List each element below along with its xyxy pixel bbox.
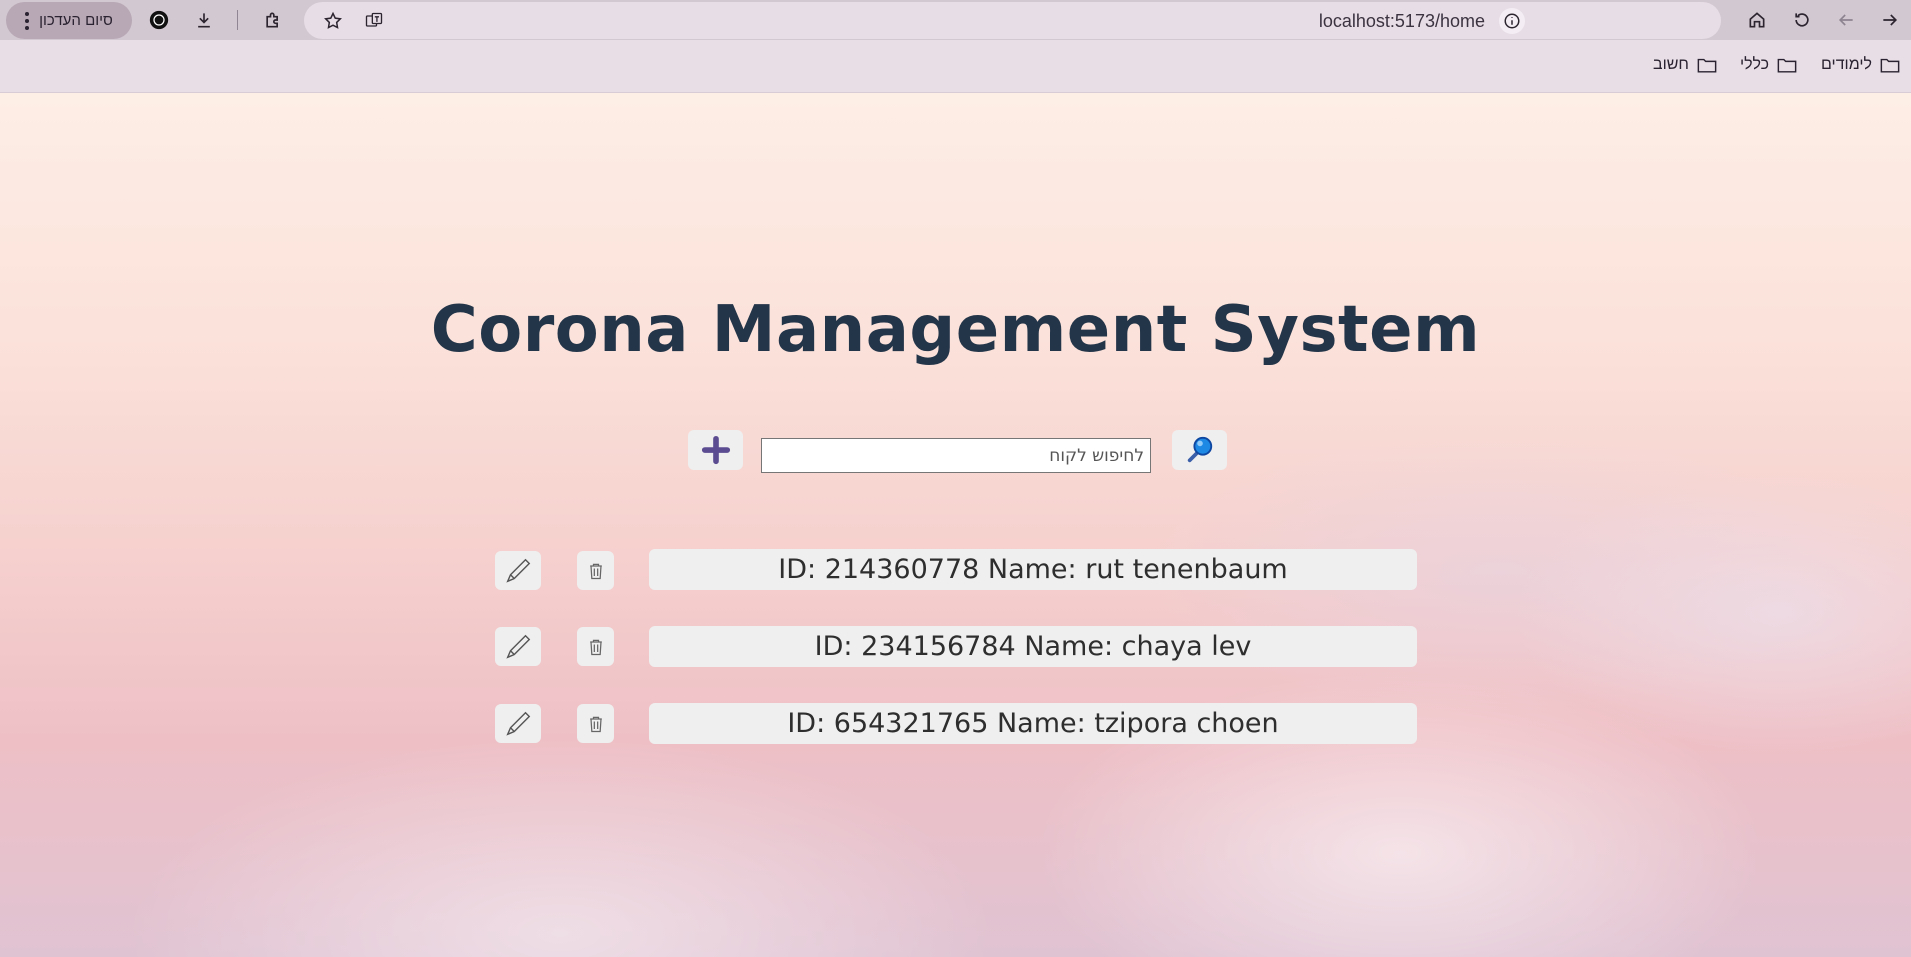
delete-trash-icon (589, 716, 602, 732)
account-avatar-icon[interactable] (143, 4, 175, 36)
delete-button[interactable] (577, 627, 614, 666)
profile-update-label: סיום העדכון (39, 12, 113, 29)
add-customer-button[interactable] (688, 430, 743, 470)
forward-arrow-icon[interactable] (1874, 4, 1906, 36)
folder-icon (1880, 58, 1900, 73)
download-icon[interactable] (188, 4, 220, 36)
magnifier-icon (1187, 436, 1212, 463)
reload-icon[interactable] (1786, 4, 1818, 36)
bookmark-star-icon[interactable] (317, 5, 349, 37)
customer-row[interactable]: ID: 214360778 Name: rut tenenbaum (649, 549, 1417, 590)
back-arrow-icon[interactable] (1830, 4, 1862, 36)
browser-toolbar: localhost:5173/home סיום העדכון (0, 0, 1911, 40)
folder-icon (1697, 58, 1717, 73)
bookmark-folder-important[interactable]: חשוב (1653, 54, 1717, 76)
customer-row[interactable]: ID: 654321765 Name: tzipora choen (649, 703, 1417, 744)
delete-button[interactable] (577, 551, 614, 590)
customer-row[interactable]: ID: 234156784 Name: chaya lev (649, 626, 1417, 667)
plus-icon (701, 435, 730, 465)
delete-trash-icon (589, 639, 602, 655)
edit-pen-icon (506, 558, 531, 583)
delete-trash-icon (589, 563, 602, 579)
edit-pen-icon (506, 634, 531, 659)
bookmark-folder-general[interactable]: כללי (1740, 54, 1797, 76)
search-button[interactable] (1172, 430, 1227, 470)
profile-update-button[interactable]: סיום העדכון (6, 2, 132, 39)
kebab-menu-icon (25, 11, 30, 30)
translate-icon[interactable] (358, 5, 390, 37)
edit-pen-icon (506, 711, 531, 736)
bookmark-folder-studies[interactable]: לימודים (1821, 54, 1900, 76)
toolbar-separator (237, 10, 238, 30)
page-content: Corona Management System ID: 214360778 N… (0, 93, 1911, 957)
search-input[interactable] (761, 438, 1151, 473)
edit-button[interactable] (495, 551, 541, 590)
bookmarks-bar: לימודים כללי חשוב (0, 40, 1911, 93)
edit-button[interactable] (495, 704, 541, 743)
site-info-icon[interactable] (1499, 8, 1525, 34)
page-title: Corona Management System (430, 293, 1481, 367)
bookmark-label: כללי (1740, 56, 1770, 73)
home-icon[interactable] (1741, 4, 1773, 36)
bookmark-label: חשוב (1653, 56, 1689, 73)
delete-button[interactable] (577, 704, 614, 743)
folder-icon (1777, 58, 1797, 73)
extensions-icon[interactable] (257, 4, 289, 36)
address-bar[interactable]: localhost:5173/home (304, 2, 1721, 39)
edit-button[interactable] (495, 627, 541, 666)
url-text[interactable]: localhost:5173/home (1319, 11, 1485, 32)
bookmark-label: לימודים (1821, 56, 1873, 73)
